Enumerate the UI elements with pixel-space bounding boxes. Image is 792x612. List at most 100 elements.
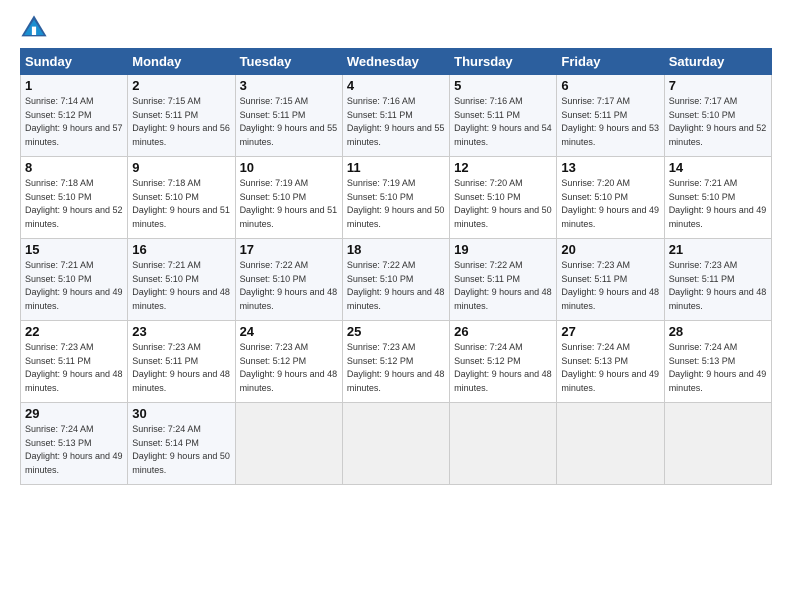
week-row-4: 22 Sunrise: 7:23 AMSunset: 5:11 PMDaylig…: [21, 321, 772, 403]
day-cell: 26 Sunrise: 7:24 AMSunset: 5:12 PMDaylig…: [450, 321, 557, 403]
col-header-wednesday: Wednesday: [342, 49, 449, 75]
calendar-table: SundayMondayTuesdayWednesdayThursdayFrid…: [20, 48, 772, 485]
header: [20, 10, 772, 42]
day-cell: 1 Sunrise: 7:14 AMSunset: 5:12 PMDayligh…: [21, 75, 128, 157]
day-cell: [235, 403, 342, 485]
day-number: 5: [454, 78, 552, 93]
day-cell: 19 Sunrise: 7:22 AMSunset: 5:11 PMDaylig…: [450, 239, 557, 321]
day-info: Sunrise: 7:19 AMSunset: 5:10 PMDaylight:…: [240, 177, 338, 231]
day-cell: 2 Sunrise: 7:15 AMSunset: 5:11 PMDayligh…: [128, 75, 235, 157]
day-number: 1: [25, 78, 123, 93]
day-cell: 21 Sunrise: 7:23 AMSunset: 5:11 PMDaylig…: [664, 239, 771, 321]
day-info: Sunrise: 7:24 AMSunset: 5:14 PMDaylight:…: [132, 423, 230, 477]
day-number: 25: [347, 324, 445, 339]
day-number: 28: [669, 324, 767, 339]
day-cell: 12 Sunrise: 7:20 AMSunset: 5:10 PMDaylig…: [450, 157, 557, 239]
day-cell: 3 Sunrise: 7:15 AMSunset: 5:11 PMDayligh…: [235, 75, 342, 157]
day-info: Sunrise: 7:16 AMSunset: 5:11 PMDaylight:…: [347, 95, 445, 149]
day-cell: 29 Sunrise: 7:24 AMSunset: 5:13 PMDaylig…: [21, 403, 128, 485]
day-info: Sunrise: 7:14 AMSunset: 5:12 PMDaylight:…: [25, 95, 123, 149]
day-cell: 18 Sunrise: 7:22 AMSunset: 5:10 PMDaylig…: [342, 239, 449, 321]
day-info: Sunrise: 7:18 AMSunset: 5:10 PMDaylight:…: [132, 177, 230, 231]
day-info: Sunrise: 7:24 AMSunset: 5:13 PMDaylight:…: [25, 423, 123, 477]
day-number: 11: [347, 160, 445, 175]
day-cell: 27 Sunrise: 7:24 AMSunset: 5:13 PMDaylig…: [557, 321, 664, 403]
day-cell: 4 Sunrise: 7:16 AMSunset: 5:11 PMDayligh…: [342, 75, 449, 157]
day-cell: 16 Sunrise: 7:21 AMSunset: 5:10 PMDaylig…: [128, 239, 235, 321]
logo-icon: [20, 14, 48, 42]
day-cell: 20 Sunrise: 7:23 AMSunset: 5:11 PMDaylig…: [557, 239, 664, 321]
day-number: 16: [132, 242, 230, 257]
day-cell: [557, 403, 664, 485]
day-number: 22: [25, 324, 123, 339]
col-header-friday: Friday: [557, 49, 664, 75]
day-number: 12: [454, 160, 552, 175]
day-cell: 10 Sunrise: 7:19 AMSunset: 5:10 PMDaylig…: [235, 157, 342, 239]
day-info: Sunrise: 7:24 AMSunset: 5:13 PMDaylight:…: [669, 341, 767, 395]
day-info: Sunrise: 7:23 AMSunset: 5:11 PMDaylight:…: [25, 341, 123, 395]
day-info: Sunrise: 7:22 AMSunset: 5:10 PMDaylight:…: [240, 259, 338, 313]
day-cell: 14 Sunrise: 7:21 AMSunset: 5:10 PMDaylig…: [664, 157, 771, 239]
day-info: Sunrise: 7:22 AMSunset: 5:11 PMDaylight:…: [454, 259, 552, 313]
day-number: 17: [240, 242, 338, 257]
day-cell: [664, 403, 771, 485]
day-info: Sunrise: 7:24 AMSunset: 5:12 PMDaylight:…: [454, 341, 552, 395]
day-cell: [450, 403, 557, 485]
day-number: 21: [669, 242, 767, 257]
day-number: 29: [25, 406, 123, 421]
day-info: Sunrise: 7:21 AMSunset: 5:10 PMDaylight:…: [669, 177, 767, 231]
header-row: SundayMondayTuesdayWednesdayThursdayFrid…: [21, 49, 772, 75]
logo: [20, 14, 50, 42]
day-cell: 11 Sunrise: 7:19 AMSunset: 5:10 PMDaylig…: [342, 157, 449, 239]
day-cell: 6 Sunrise: 7:17 AMSunset: 5:11 PMDayligh…: [557, 75, 664, 157]
day-info: Sunrise: 7:23 AMSunset: 5:11 PMDaylight:…: [132, 341, 230, 395]
day-number: 30: [132, 406, 230, 421]
day-info: Sunrise: 7:17 AMSunset: 5:10 PMDaylight:…: [669, 95, 767, 149]
day-number: 15: [25, 242, 123, 257]
day-number: 3: [240, 78, 338, 93]
day-cell: 9 Sunrise: 7:18 AMSunset: 5:10 PMDayligh…: [128, 157, 235, 239]
day-number: 9: [132, 160, 230, 175]
day-number: 7: [669, 78, 767, 93]
week-row-5: 29 Sunrise: 7:24 AMSunset: 5:13 PMDaylig…: [21, 403, 772, 485]
day-cell: 23 Sunrise: 7:23 AMSunset: 5:11 PMDaylig…: [128, 321, 235, 403]
col-header-thursday: Thursday: [450, 49, 557, 75]
day-cell: 25 Sunrise: 7:23 AMSunset: 5:12 PMDaylig…: [342, 321, 449, 403]
day-info: Sunrise: 7:15 AMSunset: 5:11 PMDaylight:…: [240, 95, 338, 149]
day-number: 4: [347, 78, 445, 93]
day-cell: 30 Sunrise: 7:24 AMSunset: 5:14 PMDaylig…: [128, 403, 235, 485]
col-header-monday: Monday: [128, 49, 235, 75]
day-number: 18: [347, 242, 445, 257]
day-cell: 5 Sunrise: 7:16 AMSunset: 5:11 PMDayligh…: [450, 75, 557, 157]
week-row-3: 15 Sunrise: 7:21 AMSunset: 5:10 PMDaylig…: [21, 239, 772, 321]
day-number: 27: [561, 324, 659, 339]
day-number: 19: [454, 242, 552, 257]
day-info: Sunrise: 7:15 AMSunset: 5:11 PMDaylight:…: [132, 95, 230, 149]
day-info: Sunrise: 7:16 AMSunset: 5:11 PMDaylight:…: [454, 95, 552, 149]
day-number: 10: [240, 160, 338, 175]
day-number: 2: [132, 78, 230, 93]
day-info: Sunrise: 7:18 AMSunset: 5:10 PMDaylight:…: [25, 177, 123, 231]
day-info: Sunrise: 7:23 AMSunset: 5:11 PMDaylight:…: [669, 259, 767, 313]
day-info: Sunrise: 7:24 AMSunset: 5:13 PMDaylight:…: [561, 341, 659, 395]
day-number: 23: [132, 324, 230, 339]
col-header-tuesday: Tuesday: [235, 49, 342, 75]
day-number: 14: [669, 160, 767, 175]
day-info: Sunrise: 7:23 AMSunset: 5:12 PMDaylight:…: [240, 341, 338, 395]
day-info: Sunrise: 7:20 AMSunset: 5:10 PMDaylight:…: [454, 177, 552, 231]
day-cell: 17 Sunrise: 7:22 AMSunset: 5:10 PMDaylig…: [235, 239, 342, 321]
day-number: 6: [561, 78, 659, 93]
day-number: 13: [561, 160, 659, 175]
day-info: Sunrise: 7:21 AMSunset: 5:10 PMDaylight:…: [25, 259, 123, 313]
day-info: Sunrise: 7:22 AMSunset: 5:10 PMDaylight:…: [347, 259, 445, 313]
day-info: Sunrise: 7:17 AMSunset: 5:11 PMDaylight:…: [561, 95, 659, 149]
page: SundayMondayTuesdayWednesdayThursdayFrid…: [0, 0, 792, 495]
col-header-sunday: Sunday: [21, 49, 128, 75]
day-info: Sunrise: 7:23 AMSunset: 5:12 PMDaylight:…: [347, 341, 445, 395]
week-row-1: 1 Sunrise: 7:14 AMSunset: 5:12 PMDayligh…: [21, 75, 772, 157]
day-cell: 7 Sunrise: 7:17 AMSunset: 5:10 PMDayligh…: [664, 75, 771, 157]
day-cell: 8 Sunrise: 7:18 AMSunset: 5:10 PMDayligh…: [21, 157, 128, 239]
day-cell: 13 Sunrise: 7:20 AMSunset: 5:10 PMDaylig…: [557, 157, 664, 239]
day-number: 24: [240, 324, 338, 339]
day-info: Sunrise: 7:21 AMSunset: 5:10 PMDaylight:…: [132, 259, 230, 313]
